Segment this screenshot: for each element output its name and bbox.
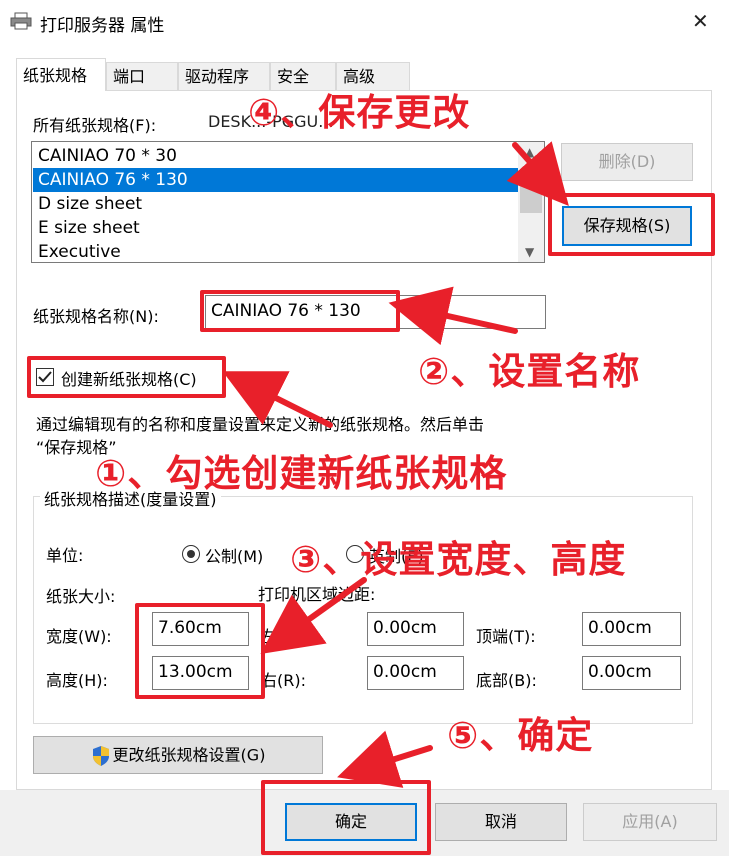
arrow-to-ok — [337, 730, 433, 788]
annotation-step2: ②、设置名称 — [418, 350, 641, 393]
annotation-step1: ①、勾选创建新纸张规格 — [95, 452, 508, 495]
arrow-to-size — [260, 577, 367, 654]
arrow-to-save — [506, 141, 569, 206]
arrow-to-checkbox — [222, 371, 333, 428]
tab-forms[interactable]: 纸张规格 — [16, 58, 106, 91]
annotation-step3: ③、设置宽度、高度 — [290, 538, 627, 581]
annotation-step4: ④、保存更改 — [248, 91, 471, 134]
arrow-to-name — [388, 286, 518, 346]
annotation-step5: ⑤、确定 — [447, 714, 594, 757]
